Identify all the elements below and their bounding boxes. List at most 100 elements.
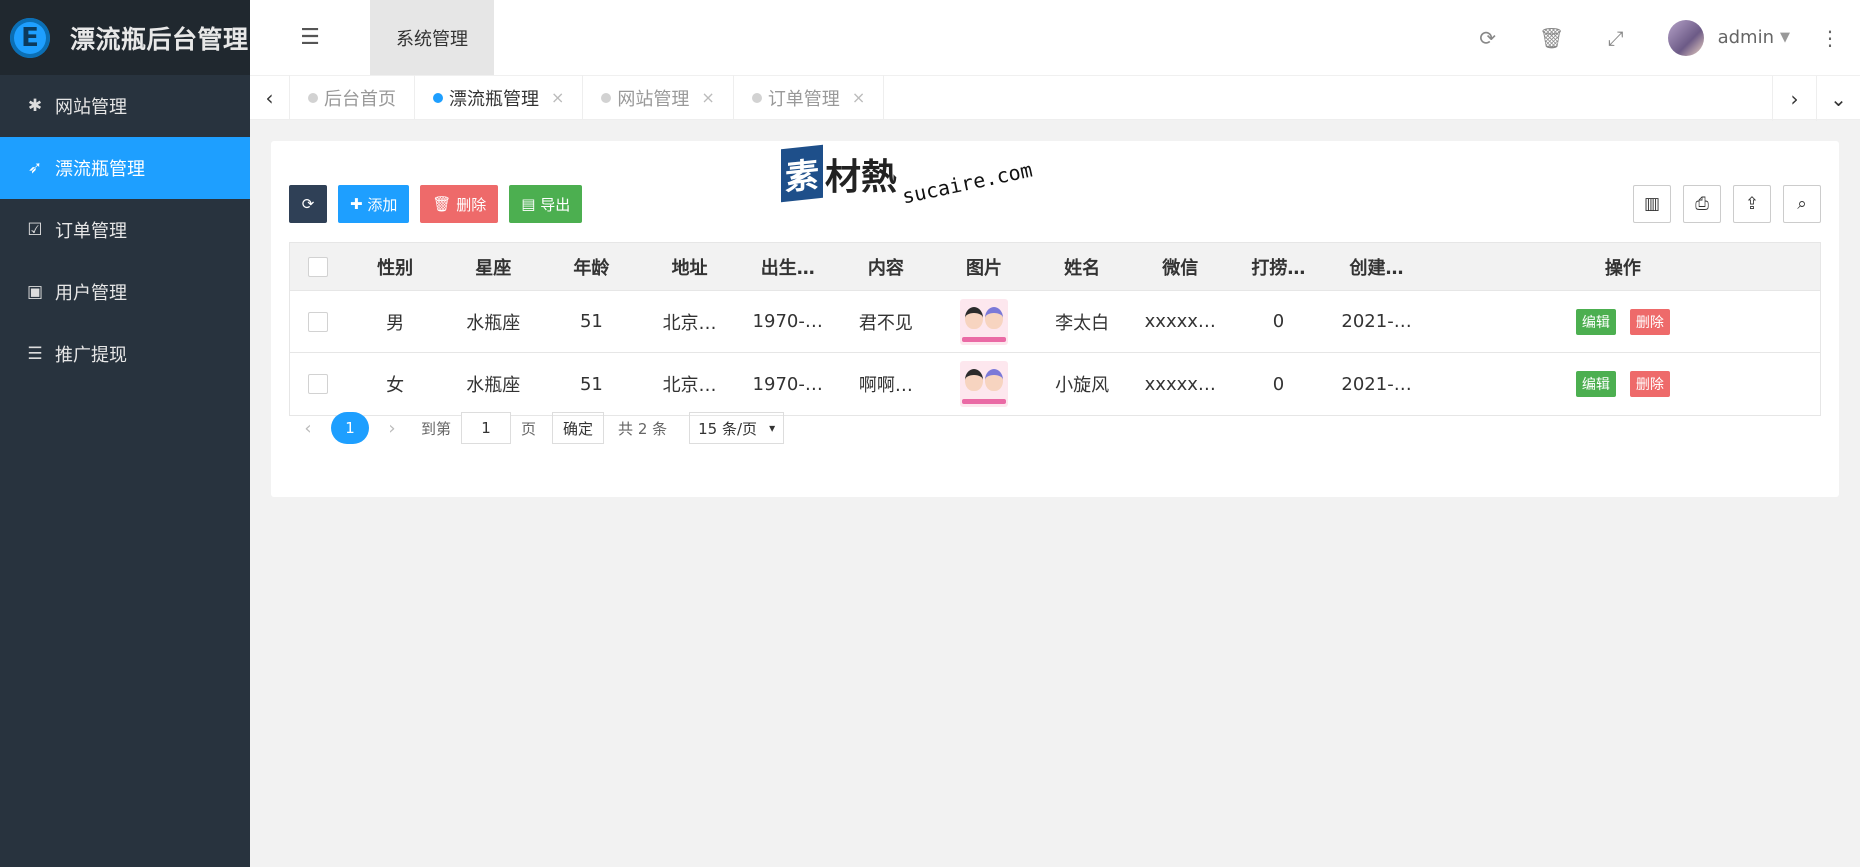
tab-orders[interactable]: 订单管理 ×	[734, 75, 885, 120]
sidebar-item-label: 漂流瓶管理	[55, 159, 145, 180]
cell-created: 2021-…	[1341, 373, 1412, 395]
edit-button[interactable]: 编辑	[1575, 308, 1616, 335]
column-header[interactable]: 星座	[444, 254, 542, 280]
cell-address: 北京…	[662, 375, 717, 396]
sidebar-item-bottles[interactable]: ➶ 漂流瓶管理	[0, 137, 250, 199]
page-size-value: 15 条/页	[698, 419, 758, 438]
export-icon[interactable]: ⇪	[1733, 185, 1771, 223]
page-unit-label: 页	[521, 419, 537, 438]
sidebar-item-orders[interactable]: ☑ 订单管理	[0, 199, 250, 261]
cell-name: 李太白	[1055, 312, 1110, 334]
close-icon[interactable]: ×	[701, 88, 714, 107]
row-delete-button[interactable]: 删除	[1629, 371, 1670, 397]
tab-website[interactable]: 网站管理 ×	[583, 75, 734, 120]
more-vertical-icon[interactable]: ⋮	[1820, 26, 1840, 50]
app-logo: E 漂流瓶后台管理	[0, 0, 250, 75]
page-number-input[interactable]	[461, 412, 512, 444]
refresh-icon: ⟳	[301, 195, 315, 213]
refresh-button[interactable]: ⟳	[289, 185, 327, 223]
column-header[interactable]: 微信	[1131, 254, 1229, 280]
watermark-text: 材熱	[825, 156, 898, 198]
cell-fish-count: 0	[1272, 311, 1285, 332]
goto-confirm-button[interactable]: 确定	[552, 412, 605, 444]
cell-age: 51	[579, 311, 603, 332]
tab-dot	[751, 92, 762, 103]
column-header[interactable]: 图片	[935, 254, 1033, 280]
tabs-next-icon[interactable]: ›	[1772, 76, 1816, 121]
close-icon[interactable]: ×	[852, 88, 865, 107]
trash-icon: 🗑	[432, 195, 452, 213]
data-table: 性别 星座 年龄 地址 出生… 内容 图片 姓名 微信 打捞… 创建… 操作 男…	[289, 242, 1821, 416]
page-size-select[interactable]: 15 条/页 ▾	[689, 412, 785, 444]
table-row: 男 水瓶座 51 北京… 1970-… 君不见 李太白 xxxxx… 0 202…	[290, 291, 1820, 353]
column-header[interactable]: 姓名	[1033, 254, 1131, 280]
sidebar-item-withdraw[interactable]: ☰ 推广提现	[0, 323, 250, 385]
plus-icon: ✚	[350, 195, 363, 213]
row-delete-button[interactable]: 删除	[1629, 308, 1670, 335]
top-header: ☰ 系统管理 ⟳ 🗑 ⤢ admin ▼ ⋮	[250, 0, 1860, 75]
column-header[interactable]: 出生…	[739, 254, 837, 280]
tab-bottles[interactable]: 漂流瓶管理 ×	[415, 75, 584, 120]
cell-constellation: 水瓶座	[466, 312, 521, 334]
delete-button[interactable]: 🗑 删除	[420, 185, 499, 223]
cell-constellation: 水瓶座	[466, 375, 521, 396]
tabs-prev-icon[interactable]: ‹	[250, 75, 290, 120]
sidebar-item-website[interactable]: ✱ 网站管理	[0, 75, 250, 137]
search-icon[interactable]: ⌕	[1783, 185, 1821, 223]
system-tab[interactable]: 系统管理	[370, 0, 494, 75]
sidebar: E 漂流瓶后台管理 ✱ 网站管理 ➶ 漂流瓶管理 ☑ 订单管理 ▣ 用户管理 ☰…	[0, 0, 250, 867]
row-image[interactable]	[959, 298, 1008, 345]
column-header[interactable]: 地址	[641, 254, 739, 280]
cell-birth: 1970-…	[752, 311, 823, 332]
cell-sex: 男	[386, 312, 405, 334]
add-button[interactable]: ✚ 添加	[338, 185, 410, 223]
current-page[interactable]: 1	[331, 412, 369, 444]
select-all-checkbox[interactable]	[308, 256, 329, 277]
cell-wechat: xxxxx…	[1144, 373, 1216, 395]
asterisk-icon: ✱	[27, 96, 43, 116]
sidebar-item-users[interactable]: ▣ 用户管理	[0, 261, 250, 323]
tabs-dropdown-icon[interactable]: ⌄	[1816, 76, 1860, 121]
column-header[interactable]: 年龄	[542, 254, 640, 280]
close-icon[interactable]: ×	[551, 88, 564, 107]
column-header[interactable]: 创建…	[1327, 254, 1425, 280]
avatar[interactable]	[1667, 19, 1704, 56]
trash-icon[interactable]: 🗑	[1520, 26, 1584, 50]
pagination: ‹ 1 › 到第 页 确定 共 2 条 15 条/页 ▾	[289, 412, 785, 444]
add-label: 添加	[367, 195, 398, 214]
menu-toggle-icon[interactable]: ☰	[250, 0, 370, 75]
logo-icon: E	[10, 17, 50, 58]
table-tools: ▥ ⎙ ⇪ ⌕	[1621, 185, 1821, 223]
caret-down-icon[interactable]: ▼	[1780, 30, 1790, 45]
fullscreen-icon[interactable]: ⤢	[1584, 26, 1648, 50]
cell-wechat: xxxxx…	[1144, 311, 1216, 332]
row-checkbox[interactable]	[308, 311, 329, 332]
column-header[interactable]: 打捞…	[1229, 254, 1327, 280]
tab-dot	[433, 92, 443, 103]
chevron-down-icon: ▾	[769, 421, 776, 435]
prev-page-icon[interactable]: ‹	[289, 418, 327, 439]
next-page-icon[interactable]: ›	[373, 418, 411, 439]
cell-content: 君不见	[858, 312, 913, 334]
column-header[interactable]: 内容	[837, 254, 935, 280]
tab-label: 漂流瓶管理	[449, 88, 539, 110]
table-header: 性别 星座 年龄 地址 出生… 内容 图片 姓名 微信 打捞… 创建… 操作	[290, 243, 1820, 291]
column-header: 操作	[1604, 257, 1641, 279]
cell-birth: 1970-…	[752, 373, 823, 395]
row-checkbox[interactable]	[308, 374, 329, 394]
print-icon[interactable]: ⎙	[1683, 185, 1721, 223]
excel-icon: ▤	[521, 195, 536, 213]
cell-sex: 女	[386, 375, 405, 396]
edit-button[interactable]: 编辑	[1575, 371, 1616, 397]
tab-label: 订单管理	[767, 88, 840, 110]
row-image[interactable]	[959, 361, 1008, 407]
refresh-icon[interactable]: ⟳	[1456, 26, 1520, 50]
rocket-icon: ➶	[27, 158, 43, 178]
tab-home[interactable]: 后台首页	[290, 75, 415, 120]
table-row: 女 水瓶座 51 北京… 1970-… 啊啊… 小旋风 xxxxx… 0 202…	[290, 353, 1820, 415]
export-button[interactable]: ▤ 导出	[509, 185, 583, 223]
user-name[interactable]: admin	[1718, 27, 1774, 48]
columns-icon[interactable]: ▥	[1633, 185, 1671, 223]
column-header[interactable]: 性别	[346, 254, 444, 280]
total-count: 共 2 条	[618, 419, 668, 438]
